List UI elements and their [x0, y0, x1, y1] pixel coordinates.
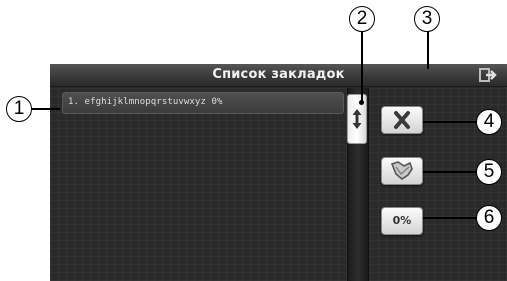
- percent-label: 0%: [392, 214, 412, 227]
- close-icon: [394, 111, 410, 129]
- bookmark-item-label: 1. efghijklmnopqrstuvwxyz 0%: [68, 97, 223, 107]
- title-bar: Список закладок: [50, 64, 507, 87]
- callout-4: 4: [476, 109, 502, 135]
- callout-2-line: [361, 32, 363, 102]
- callout-4-line: [423, 121, 476, 123]
- callout-1: 1: [6, 96, 32, 122]
- callout-2-dot: [359, 100, 364, 105]
- callout-5-line: [423, 171, 476, 173]
- callout-6-line: [423, 217, 476, 219]
- bookmark-list-screen: Список закладок 1. efghijklmnopqrstuvwxy…: [50, 64, 507, 281]
- bookmark-icon: [390, 161, 413, 180]
- scrollbar-thumb[interactable]: [347, 94, 367, 144]
- callout-2: 2: [349, 6, 375, 32]
- callout-3: 3: [414, 6, 440, 32]
- screen-title: Список закладок: [212, 67, 345, 82]
- callout-6: 6: [476, 205, 502, 231]
- bookmark-button[interactable]: [381, 157, 423, 185]
- delete-button[interactable]: [381, 106, 423, 134]
- exit-button[interactable]: [479, 67, 499, 83]
- callout-1-line: [32, 108, 60, 110]
- percent-button[interactable]: 0%: [381, 207, 423, 235]
- callout-3-line: [427, 32, 429, 69]
- bookmark-item[interactable]: 1. efghijklmnopqrstuvwxyz 0%: [62, 92, 344, 114]
- bookmark-list: 1. efghijklmnopqrstuvwxyz 0%: [62, 92, 344, 278]
- callout-5: 5: [476, 159, 502, 185]
- exit-icon: [479, 68, 497, 82]
